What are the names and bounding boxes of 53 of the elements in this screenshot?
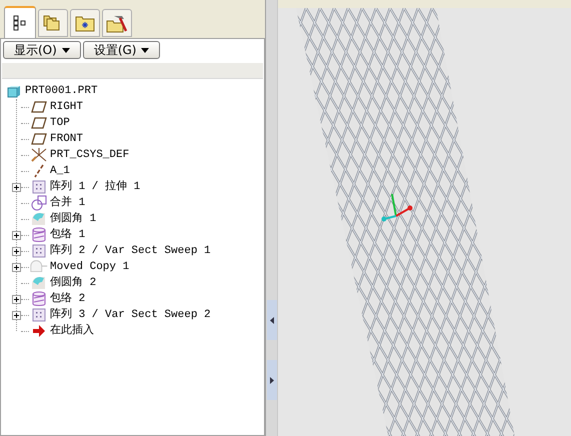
tree-item-label[interactable]: 在此插入 <box>50 323 94 339</box>
tree-item-label[interactable]: FRONT <box>50 131 84 147</box>
arrow-icon <box>32 324 46 338</box>
expand-toggle[interactable] <box>12 310 20 320</box>
caret-right-icon <box>270 376 274 384</box>
plane-icon <box>31 133 47 145</box>
cube-icon <box>7 84 21 98</box>
folder-star-icon <box>75 14 95 32</box>
coordinate-triad-icon <box>382 194 412 222</box>
tree-item-label[interactable]: PRT0001.PRT <box>25 83 98 99</box>
round-icon <box>31 212 47 226</box>
folder-hammer-icon <box>106 13 128 33</box>
tree-item-label[interactable]: 合并 1 <box>50 195 86 211</box>
cylinder-icon <box>32 291 46 307</box>
plane-icon <box>31 117 47 129</box>
navigator-tab[interactable] <box>102 9 132 37</box>
tree-item-label[interactable]: 倒圆角 1 <box>50 211 96 227</box>
round-icon <box>31 276 47 290</box>
tree-item-label[interactable]: TOP <box>50 115 70 131</box>
tree-item-label[interactable]: RIGHT <box>50 99 84 115</box>
menu-button[interactable]: 设置(G) <box>82 41 160 59</box>
tree-item-label[interactable]: 阵列 1 / 拉伸 1 <box>50 179 140 195</box>
caret-icon <box>62 48 70 52</box>
axis-icon <box>33 164 45 178</box>
coordinate-system-icon <box>30 147 48 163</box>
cylinder-icon <box>32 227 46 243</box>
caret-left-icon <box>270 316 274 324</box>
expand-toggle[interactable] <box>12 182 20 192</box>
tree-item-label[interactable]: 阵列 2 / Var Sect Sweep 1 <box>50 243 211 259</box>
caret-icon <box>141 48 150 52</box>
collapse-panel-button[interactable] <box>266 300 276 340</box>
copy-icon <box>29 260 49 274</box>
tree-item-label[interactable]: 倒圆角 2 <box>50 275 96 291</box>
expand-toggle[interactable] <box>12 246 20 256</box>
expand-toggle[interactable] <box>12 294 20 304</box>
navigator-tab[interactable] <box>70 9 100 37</box>
expand-toggle[interactable] <box>12 230 20 240</box>
menu-button[interactable]: 显示(O) <box>3 41 81 59</box>
tree-item-label[interactable]: 阵列 3 / Var Sect Sweep 2 <box>50 307 211 323</box>
navigator-tab[interactable] <box>4 6 36 38</box>
pattern-icon <box>32 180 46 194</box>
merge-icon <box>31 195 47 211</box>
tree-item-label[interactable]: A_1 <box>50 163 70 179</box>
tree-item-label[interactable]: PRT_CSYS_DEF <box>50 147 130 163</box>
tree-item-label[interactable]: 包络 2 <box>50 291 86 307</box>
tree-item-label[interactable]: 包络 1 <box>50 227 86 243</box>
pattern-icon <box>32 308 46 322</box>
plane-icon <box>31 101 47 113</box>
tree-item-label[interactable]: Moved Copy 1 <box>50 259 130 275</box>
expand-panel-button[interactable] <box>266 360 276 400</box>
tree-icon <box>13 15 27 31</box>
pattern-icon <box>32 244 46 258</box>
expand-toggle[interactable] <box>12 262 20 272</box>
